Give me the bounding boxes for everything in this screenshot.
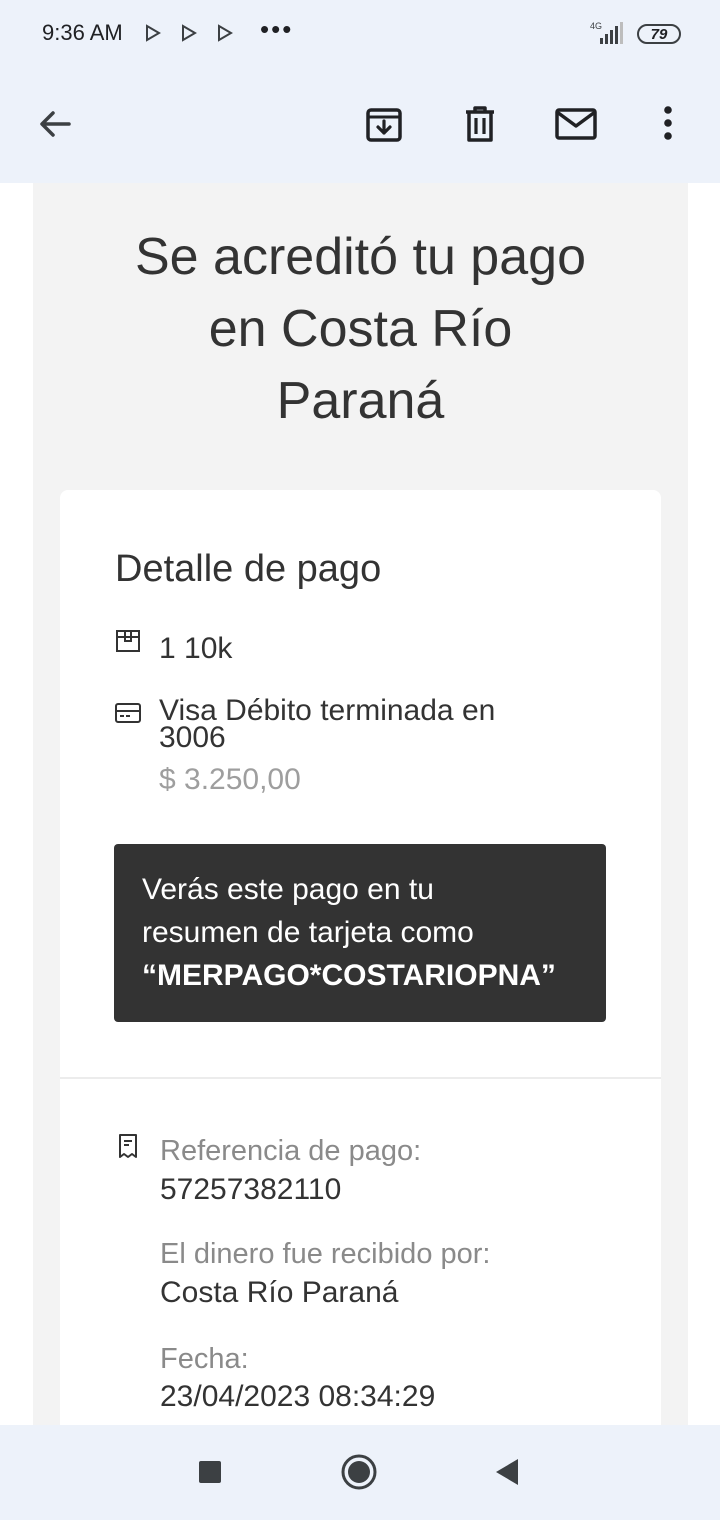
- headline-line: Se acreditó tu pago: [135, 228, 586, 286]
- network-type-label: 4G: [590, 21, 602, 31]
- statement-text: Verás este pago en tu: [142, 873, 434, 906]
- delete-button[interactable]: [452, 96, 508, 152]
- back-triangle-icon: [496, 1459, 518, 1485]
- card-line: 3006: [159, 721, 226, 754]
- mark-unread-button[interactable]: [548, 96, 604, 152]
- divider: [60, 1077, 661, 1079]
- archive-button[interactable]: [356, 96, 412, 152]
- payment-detail-card: Detalle de pago 1 10k Visa Débito termin…: [60, 490, 661, 1425]
- play-notification-icon: [146, 24, 161, 42]
- reference-label: Referencia de pago:: [160, 1135, 422, 1167]
- receiver-value: Costa Río Paraná: [160, 1276, 399, 1309]
- payment-method: Visa Débito terminada en 3006: [159, 694, 579, 754]
- home-button[interactable]: [334, 1447, 384, 1497]
- date-label: Fecha:: [160, 1343, 249, 1375]
- statement-text: resumen de tarjeta como: [142, 916, 474, 949]
- back-nav-button[interactable]: [482, 1447, 532, 1497]
- archive-icon: [366, 108, 402, 142]
- more-notifications-icon: •••: [260, 14, 294, 44]
- credit-card-icon: [115, 703, 141, 723]
- package-icon: [116, 630, 140, 652]
- recents-button[interactable]: [185, 1447, 235, 1497]
- recents-square-icon: [199, 1461, 221, 1483]
- receipt-icon: [119, 1134, 137, 1158]
- item-description: 1 10k: [159, 632, 233, 665]
- statement-notice: Verás este pago en tu resumen de tarjeta…: [114, 844, 606, 1022]
- more-vert-icon: [664, 106, 672, 140]
- card-line: Visa Débito terminada en: [159, 694, 496, 727]
- system-nav-bar: [0, 1425, 720, 1520]
- reference-value: 57257382110: [160, 1173, 342, 1206]
- detail-title: Detalle de pago: [115, 548, 382, 590]
- email-toolbar: [0, 70, 720, 183]
- mail-icon: [555, 108, 597, 140]
- headline-line: Paraná: [276, 372, 445, 430]
- home-circle-icon: [341, 1454, 377, 1490]
- play-notification-icon: [218, 24, 233, 42]
- payment-amount: $ 3.250,00: [159, 763, 301, 796]
- email-body: Se acreditó tu pago en Costa Río Paraná …: [33, 183, 688, 1425]
- back-button[interactable]: [27, 96, 83, 152]
- email-headline: Se acreditó tu pago en Costa Río Paraná: [33, 221, 688, 437]
- back-arrow-icon: [40, 111, 71, 137]
- battery-icon: 79: [637, 24, 681, 44]
- date-value: 23/04/2023 08:34:29: [160, 1380, 436, 1413]
- play-notification-icon: [182, 24, 197, 42]
- delete-icon: [466, 106, 494, 142]
- more-options-button[interactable]: [640, 96, 696, 152]
- signal-icon: 4G: [590, 21, 623, 44]
- statement-code: “MERPAGO*COSTARIOPNA”: [142, 959, 556, 992]
- receiver-label: El dinero fue recibido por:: [160, 1238, 491, 1270]
- headline-line: en Costa Río: [208, 300, 513, 358]
- status-bar: 9:36 AM ••• 4G 79: [0, 0, 720, 70]
- status-time: 9:36 AM: [42, 20, 123, 45]
